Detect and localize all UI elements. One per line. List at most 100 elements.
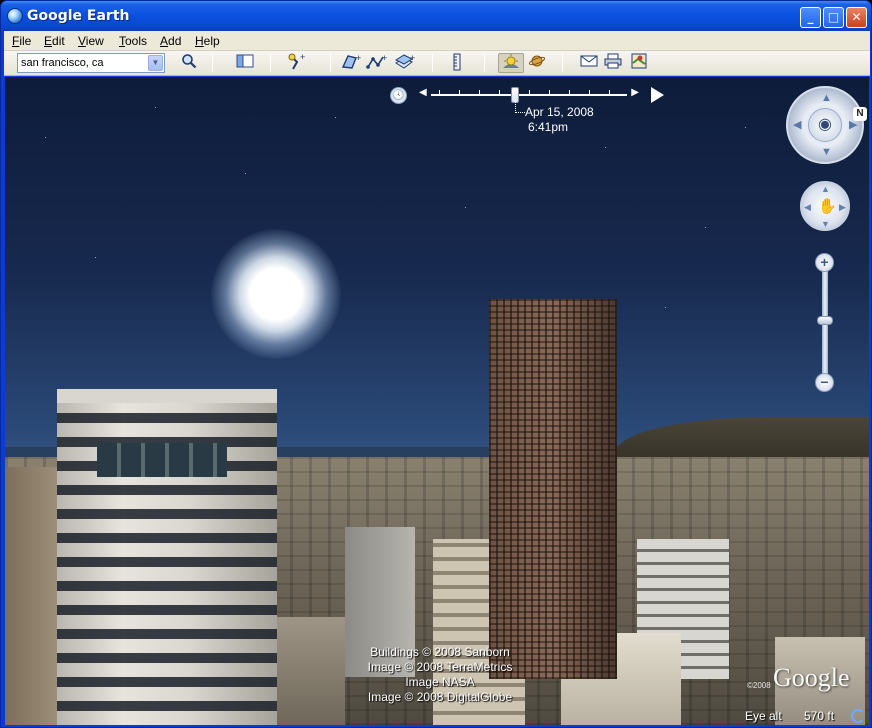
- add-polygon-button[interactable]: +: [340, 53, 362, 73]
- star: [705, 227, 706, 228]
- attribution-line: Image © 2008 DigitalGlobe: [367, 690, 513, 704]
- attribution-line: Buildings © 2008 Sanborn: [370, 645, 510, 659]
- move-joystick[interactable]: ▲ ▼ ◀ ▶ ✋: [800, 181, 850, 231]
- look-joystick[interactable]: ▲ ▼ ◀ ▶ ◉: [786, 86, 864, 164]
- menu-edit[interactable]: Edit: [44, 34, 65, 48]
- svg-text:+: +: [300, 53, 305, 62]
- window-title: Google Earth: [27, 8, 130, 24]
- move-down-arrow[interactable]: ▼: [821, 219, 830, 229]
- look-down-arrow[interactable]: ▼: [821, 146, 832, 158]
- email-button[interactable]: [578, 53, 600, 73]
- title-bar[interactable]: Google Earth _ □ ✕: [1, 1, 871, 31]
- zoom-slider-thumb[interactable]: [817, 316, 833, 325]
- look-up-arrow[interactable]: ▲: [821, 92, 832, 104]
- ruler-icon: [453, 53, 461, 71]
- imagery-attribution: Buildings © 2008 Sanborn Image © 2008 Te…: [345, 645, 535, 705]
- time-slider-left-arrow[interactable]: ◀: [419, 87, 427, 98]
- move-left-arrow[interactable]: ◀: [804, 202, 811, 213]
- building: [5, 467, 57, 725]
- time-slider[interactable]: ◀ ▶: [419, 87, 639, 103]
- ruler-button[interactable]: [446, 53, 468, 73]
- svg-text:+: +: [382, 53, 387, 63]
- clock-icon[interactable]: 🕓: [390, 87, 407, 104]
- menu-help[interactable]: Help: [195, 34, 220, 48]
- star: [45, 137, 46, 138]
- white-skyscraper: [57, 389, 277, 725]
- time-tick: [549, 90, 550, 94]
- time-tick: [459, 90, 460, 94]
- sidebar-toggle-button[interactable]: [234, 53, 256, 73]
- time-slider-time: 6:41pm: [528, 120, 569, 134]
- play-animation-button[interactable]: [651, 87, 664, 103]
- sunlight-button[interactable]: [498, 53, 524, 73]
- star: [245, 173, 246, 174]
- look-left-arrow[interactable]: ◀: [793, 118, 801, 131]
- polygon-icon: +: [341, 53, 361, 69]
- sidebar-icon: [236, 54, 254, 68]
- maximize-button[interactable]: □: [823, 7, 844, 28]
- sun-icon: [503, 54, 519, 68]
- add-placemark-button[interactable]: +: [286, 52, 308, 73]
- email-icon: [580, 55, 598, 67]
- close-button[interactable]: ✕: [846, 7, 867, 28]
- google-earth-window: Google Earth _ □ ✕ File Edit View Tools …: [0, 0, 872, 728]
- add-path-button[interactable]: +: [366, 53, 388, 73]
- north-indicator[interactable]: N: [853, 107, 867, 121]
- path-icon: +: [366, 53, 387, 69]
- svg-text:+: +: [356, 53, 361, 63]
- time-tick: [499, 90, 500, 94]
- toolbar-separator: [432, 54, 433, 72]
- zoom-out-button[interactable]: −: [815, 373, 834, 392]
- toolbar-separator: [562, 54, 563, 72]
- google-logo: Google: [773, 663, 850, 692]
- streaming-progress-icon: [851, 709, 865, 723]
- image-overlay-icon: +: [394, 53, 415, 69]
- star: [665, 307, 666, 308]
- switch-planet-button[interactable]: [526, 53, 548, 73]
- view-in-google-maps-button[interactable]: [628, 53, 650, 73]
- search-button[interactable]: [178, 53, 200, 73]
- add-image-overlay-button[interactable]: +: [394, 53, 416, 73]
- earth-3d-view[interactable]: 🕓 ◀ ▶ Apr 15, 2008 6:41pm ▲ ▼ ◀ ▶ ◉ N ▲ …: [5, 77, 869, 725]
- toolbar: san francisco, ca ▼ + + + +: [4, 51, 870, 76]
- menu-tools[interactable]: Tools: [119, 34, 147, 48]
- eye-icon[interactable]: ◉: [808, 108, 842, 142]
- brown-skyscraper: [489, 299, 617, 679]
- move-up-arrow[interactable]: ▲: [821, 184, 830, 194]
- time-slider-track: [431, 94, 627, 96]
- building-window-band: [97, 443, 227, 477]
- star: [605, 147, 606, 148]
- placemark-icon: +: [288, 52, 305, 70]
- search-input[interactable]: san francisco, ca ▼: [17, 53, 165, 73]
- move-right-arrow[interactable]: ▶: [839, 202, 846, 213]
- time-slider-right-arrow[interactable]: ▶: [631, 87, 639, 98]
- print-icon: [604, 53, 622, 69]
- toolbar-separator: [212, 54, 213, 72]
- time-tick: [609, 90, 610, 94]
- menu-bar: File Edit View Tools Add Help: [4, 31, 870, 51]
- planets-icon: [528, 55, 546, 67]
- menu-add[interactable]: Add: [160, 34, 181, 48]
- menu-file[interactable]: File: [12, 34, 31, 48]
- hand-icon: ✋: [818, 198, 837, 215]
- toolbar-separator: [270, 54, 271, 72]
- print-button[interactable]: [602, 53, 624, 73]
- attribution-line: Image NASA: [405, 675, 475, 689]
- search-dropdown-button[interactable]: ▼: [148, 55, 163, 71]
- time-tick: [589, 90, 590, 94]
- minimize-button[interactable]: _: [800, 7, 821, 28]
- toolbar-separator: [484, 54, 485, 72]
- zoom-in-button[interactable]: +: [815, 253, 834, 272]
- svg-text:+: +: [410, 53, 415, 63]
- star: [465, 207, 466, 208]
- time-tick: [569, 90, 570, 94]
- star: [335, 117, 336, 118]
- menu-view[interactable]: View: [78, 34, 104, 48]
- attribution-line: Image © 2008 TerraMetrics: [367, 660, 513, 674]
- time-slider-date: Apr 15, 2008: [525, 105, 594, 119]
- view-in-maps-icon: [631, 53, 647, 69]
- toolbar-separator: [330, 54, 331, 72]
- google-earth-app-icon: [7, 8, 23, 24]
- time-label-leader: [515, 99, 525, 113]
- logo-copyright: ©2008: [747, 681, 771, 690]
